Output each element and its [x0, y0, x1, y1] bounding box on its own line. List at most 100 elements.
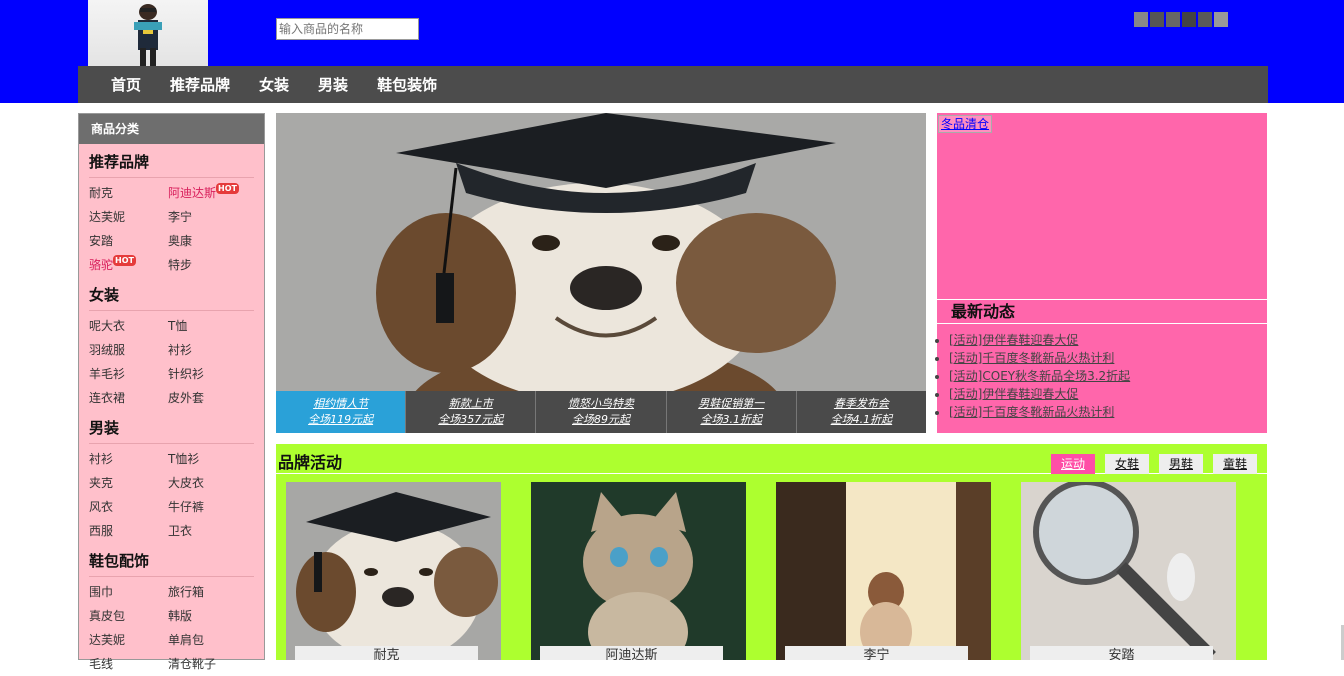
nav-bags[interactable]: 鞋包装饰: [377, 74, 437, 95]
banner-tabs: 相约情人节全场119元起 新款上市全场357元起 愤怒小鸟特卖 全场89元起 男鞋…: [276, 391, 926, 433]
category-link-label: 骆驼: [89, 258, 114, 272]
sidebar-title: 商品分类: [79, 114, 264, 144]
news-link[interactable]: [活动]千百度冬靴新品火热计利: [949, 403, 1130, 421]
brand-card[interactable]: 安踏: [1021, 482, 1236, 660]
banner-tab[interactable]: 春季发布会全场4.1折起: [795, 391, 926, 433]
category-link-label: 阿迪达斯: [168, 186, 217, 200]
nav-men[interactable]: 男装: [318, 74, 348, 95]
category-link[interactable]: 针织衫: [168, 362, 247, 386]
news-link[interactable]: [活动]伊伴春鞋迎春大促: [949, 385, 1130, 403]
banner-tab[interactable]: 相约情人节全场119元起: [276, 391, 406, 433]
main-nav: 首页 推荐品牌 女装 男装 鞋包装饰: [78, 66, 1268, 103]
banner-tab-title: 男鞋促销第一: [698, 397, 765, 410]
category-title: 女装: [89, 277, 254, 311]
broken-image-link[interactable]: 冬品清仓: [938, 115, 993, 133]
category-link[interactable]: 达芙妮: [89, 628, 168, 652]
brand-activity-section: 品牌活动 运动 女鞋 男鞋 童鞋 耐克 阿迪达斯 李宁 安踏: [276, 444, 1267, 660]
category-link[interactable]: 围巾: [89, 580, 168, 604]
news-list: [活动]伊伴春鞋迎春大促 [活动]千百度冬靴新品火热计利 [活动]COEY秋冬新…: [949, 331, 1130, 421]
category-link[interactable]: 西服: [89, 519, 168, 543]
category-link[interactable]: 羊毛衫: [89, 362, 168, 386]
brand-card-label: 阿迪达斯: [540, 646, 723, 660]
category-link[interactable]: 单肩包: [168, 628, 247, 652]
thumbnail-image[interactable]: [1214, 12, 1228, 27]
category-link[interactable]: 韩版: [168, 604, 247, 628]
category-link[interactable]: 安踏: [89, 229, 168, 253]
category-bags: 鞋包配饰 围巾 旅行箱 真皮包 韩版 达芙妮 单肩包 毛线 清仓靴子: [79, 543, 264, 676]
category-link[interactable]: 卫衣: [168, 519, 247, 543]
banner-carousel[interactable]: 相约情人节全场119元起 新款上市全场357元起 愤怒小鸟特卖 全场89元起 男鞋…: [276, 113, 926, 433]
category-link[interactable]: 李宁: [168, 205, 247, 229]
category-link[interactable]: 呢大衣: [89, 314, 168, 338]
banner-tab-subtitle: 全场119元起: [308, 413, 374, 426]
tab-men-shoes[interactable]: 男鞋: [1159, 454, 1203, 474]
category-link[interactable]: 风衣: [89, 495, 168, 519]
search-input[interactable]: [276, 18, 419, 40]
category-link-hot[interactable]: 骆驼 HOT: [89, 253, 168, 277]
category-link[interactable]: 衬衫: [168, 338, 247, 362]
category-link[interactable]: 真皮包: [89, 604, 168, 628]
banner-tab-title: 相约情人节: [313, 397, 369, 410]
news-link[interactable]: [活动]COEY秋冬新品全场3.2折起: [949, 367, 1130, 385]
brand-card-image: [286, 482, 501, 660]
banner-tab[interactable]: 男鞋促销第一 全场3.1折起: [665, 391, 796, 433]
news-link[interactable]: [活动]伊伴春鞋迎春大促: [949, 331, 1130, 349]
brand-card[interactable]: 阿迪达斯: [531, 482, 746, 660]
category-link[interactable]: T恤: [168, 314, 247, 338]
category-link[interactable]: 达芙妮: [89, 205, 168, 229]
category-link[interactable]: 特步: [168, 253, 247, 277]
banner-tab-subtitle: 全场3.1折起: [700, 413, 762, 426]
tab-women-shoes[interactable]: 女鞋: [1105, 454, 1149, 474]
category-men: 男装 衬衫 T恤衫 夹克 大皮衣 风衣 牛仔裤 西服 卫衣: [79, 410, 264, 543]
category-link[interactable]: 羽绒服: [89, 338, 168, 362]
news-link[interactable]: [活动]千百度冬靴新品火热计利: [949, 349, 1130, 367]
category-link[interactable]: 夹克: [89, 471, 168, 495]
category-brands: 推荐品牌 耐克 阿迪达斯 HOT 达芙妮 李宁 安踏 奥康 骆驼 HOT 特步: [79, 144, 264, 277]
brand-card-label: 李宁: [785, 646, 968, 660]
banner-tab-subtitle: 全场4.1折起: [830, 413, 893, 426]
category-link[interactable]: 牛仔裤: [168, 495, 247, 519]
brand-card-image: [531, 482, 746, 660]
banner-tab-title: 愤怒小鸟特卖: [568, 397, 634, 410]
banner-tab-subtitle: 全场357元起: [438, 413, 504, 426]
news-title: 最新动态: [937, 299, 1267, 324]
tab-kids-shoes[interactable]: 童鞋: [1213, 454, 1257, 474]
brand-card[interactable]: 李宁: [776, 482, 991, 660]
banner-tab-title: 新款上市: [448, 397, 493, 410]
nav-home[interactable]: 首页: [111, 74, 141, 95]
category-title: 鞋包配饰: [89, 543, 254, 577]
category-link[interactable]: 旅行箱: [168, 580, 247, 604]
category-link[interactable]: 连衣裙: [89, 386, 168, 410]
logo-person-image[interactable]: [88, 0, 208, 66]
category-link[interactable]: T恤衫: [168, 447, 247, 471]
thumbnail-image[interactable]: [1198, 12, 1212, 27]
banner-tab[interactable]: 新款上市全场357元起: [405, 391, 536, 433]
thumbnail-image[interactable]: [1150, 12, 1164, 27]
banner-tab-title: 春季发布会: [833, 397, 889, 410]
category-link[interactable]: 奥康: [168, 229, 247, 253]
thumbnail-image[interactable]: [1134, 12, 1148, 27]
category-link-hot[interactable]: 阿迪达斯 HOT: [168, 181, 247, 205]
hot-badge: HOT: [113, 255, 136, 266]
category-link[interactable]: 衬衫: [89, 447, 168, 471]
banner-tab-subtitle: 全场89元起: [572, 413, 630, 426]
hot-badge: HOT: [216, 183, 239, 194]
category-link[interactable]: 耐克: [89, 181, 168, 205]
thumbnail-image[interactable]: [1166, 12, 1180, 27]
category-link[interactable]: 清仓靴子: [168, 652, 247, 676]
thumbnail-image[interactable]: [1182, 12, 1196, 27]
brand-cards: 耐克 阿迪达斯 李宁 安踏: [286, 482, 1236, 660]
category-link[interactable]: 毛线: [89, 652, 168, 676]
banner-tab[interactable]: 愤怒小鸟特卖 全场89元起: [535, 391, 666, 433]
brand-section-title: 品牌活动: [278, 453, 343, 472]
category-sidebar: 商品分类 推荐品牌 耐克 阿迪达斯 HOT 达芙妮 李宁 安踏 奥康 骆驼 HOT …: [78, 113, 265, 671]
category-link[interactable]: 皮外套: [168, 386, 247, 410]
thumbnail-strip: [1134, 12, 1228, 28]
tab-sports[interactable]: 运动: [1051, 454, 1095, 474]
category-title: 推荐品牌: [89, 144, 254, 178]
category-link[interactable]: 大皮衣: [168, 471, 247, 495]
brand-card[interactable]: 耐克: [286, 482, 501, 660]
banner-dog-image: [276, 113, 926, 391]
nav-women[interactable]: 女装: [259, 74, 289, 95]
nav-brands[interactable]: 推荐品牌: [170, 74, 230, 95]
